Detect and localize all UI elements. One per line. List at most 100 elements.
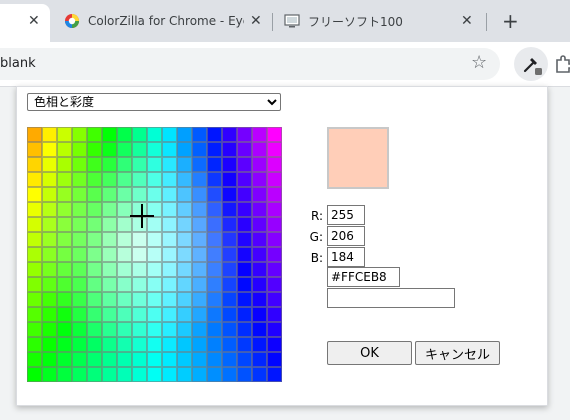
color-cell[interactable] [72, 217, 87, 232]
color-cell[interactable] [57, 172, 72, 187]
color-cell[interactable] [117, 172, 132, 187]
color-cell[interactable] [162, 202, 177, 217]
color-cell[interactable] [207, 322, 222, 337]
color-cell[interactable] [42, 127, 57, 142]
color-cell[interactable] [147, 322, 162, 337]
color-cell[interactable] [27, 277, 42, 292]
color-cell[interactable] [72, 157, 87, 172]
color-cell[interactable] [237, 127, 252, 142]
color-cell[interactable] [57, 187, 72, 202]
color-cell[interactable] [132, 142, 147, 157]
color-cell[interactable] [192, 172, 207, 187]
color-cell[interactable] [237, 232, 252, 247]
color-cell[interactable] [162, 367, 177, 382]
color-cell[interactable] [267, 217, 282, 232]
color-cell[interactable] [27, 232, 42, 247]
color-cell[interactable] [252, 127, 267, 142]
new-tab-button[interactable]: + [502, 9, 519, 33]
color-cell[interactable] [177, 172, 192, 187]
color-cell[interactable] [207, 247, 222, 262]
color-cell[interactable] [267, 322, 282, 337]
color-cell[interactable] [132, 352, 147, 367]
color-cell[interactable] [42, 307, 57, 322]
color-cell[interactable] [237, 142, 252, 157]
color-cell[interactable] [102, 367, 117, 382]
color-cell[interactable] [132, 187, 147, 202]
color-cell[interactable] [162, 247, 177, 262]
color-cell[interactable] [27, 187, 42, 202]
address-bar[interactable]: blank ☆ [0, 48, 500, 80]
color-cell[interactable] [147, 142, 162, 157]
color-cell[interactable] [222, 202, 237, 217]
color-cell[interactable] [102, 172, 117, 187]
color-cell[interactable] [267, 262, 282, 277]
color-cell[interactable] [252, 232, 267, 247]
color-cell[interactable] [252, 217, 267, 232]
color-cell[interactable] [267, 232, 282, 247]
color-cell[interactable] [147, 157, 162, 172]
color-cell[interactable] [162, 172, 177, 187]
color-cell[interactable] [252, 172, 267, 187]
color-cell[interactable] [222, 157, 237, 172]
color-cell[interactable] [222, 172, 237, 187]
color-cell[interactable] [147, 187, 162, 202]
tab-colorzilla[interactable]: ColorZilla for Chrome - Eyedropper [64, 6, 244, 36]
color-cell[interactable] [42, 337, 57, 352]
color-cell[interactable] [117, 127, 132, 142]
color-cell[interactable] [57, 157, 72, 172]
color-cell[interactable] [87, 277, 102, 292]
tab-close-icon[interactable]: ✕ [250, 13, 262, 29]
color-cell[interactable] [117, 232, 132, 247]
color-cell[interactable] [42, 247, 57, 262]
color-cell[interactable] [72, 367, 87, 382]
color-cell[interactable] [102, 232, 117, 247]
color-cell[interactable] [72, 352, 87, 367]
color-cell[interactable] [132, 322, 147, 337]
color-cell[interactable] [207, 202, 222, 217]
color-cell[interactable] [132, 262, 147, 277]
color-cell[interactable] [177, 232, 192, 247]
color-cell[interactable] [192, 307, 207, 322]
color-cell[interactable] [162, 217, 177, 232]
color-cell[interactable] [222, 187, 237, 202]
color-cell[interactable] [117, 367, 132, 382]
color-cell[interactable] [57, 202, 72, 217]
color-cell[interactable] [222, 277, 237, 292]
color-cell[interactable] [57, 367, 72, 382]
color-cell[interactable] [192, 292, 207, 307]
color-cell[interactable] [27, 172, 42, 187]
color-cell[interactable] [117, 187, 132, 202]
color-cell[interactable] [72, 337, 87, 352]
color-cell[interactable] [42, 277, 57, 292]
color-cell[interactable] [222, 217, 237, 232]
color-cell[interactable] [207, 172, 222, 187]
color-cell[interactable] [177, 217, 192, 232]
color-cell[interactable] [192, 142, 207, 157]
color-cell[interactable] [27, 367, 42, 382]
color-cell[interactable] [252, 157, 267, 172]
color-cell[interactable] [87, 262, 102, 277]
tab-close-icon[interactable]: ✕ [28, 13, 40, 29]
color-cell[interactable] [162, 157, 177, 172]
color-cell[interactable] [102, 337, 117, 352]
color-cell[interactable] [117, 142, 132, 157]
color-cell[interactable] [87, 202, 102, 217]
color-cell[interactable] [117, 247, 132, 262]
color-cell[interactable] [237, 367, 252, 382]
color-cell[interactable] [207, 337, 222, 352]
color-cell[interactable] [177, 127, 192, 142]
tab-freesoft[interactable]: フリーソフト100 [284, 6, 484, 36]
color-cell[interactable] [192, 337, 207, 352]
color-cell[interactable] [222, 292, 237, 307]
color-cell[interactable] [72, 172, 87, 187]
color-cell[interactable] [162, 262, 177, 277]
color-cell[interactable] [237, 352, 252, 367]
color-cell[interactable] [42, 292, 57, 307]
color-cell[interactable] [27, 217, 42, 232]
color-cell[interactable] [147, 367, 162, 382]
color-cell[interactable] [102, 142, 117, 157]
color-cell[interactable] [102, 307, 117, 322]
color-cell[interactable] [27, 262, 42, 277]
color-cell[interactable] [147, 292, 162, 307]
color-cell[interactable] [87, 307, 102, 322]
